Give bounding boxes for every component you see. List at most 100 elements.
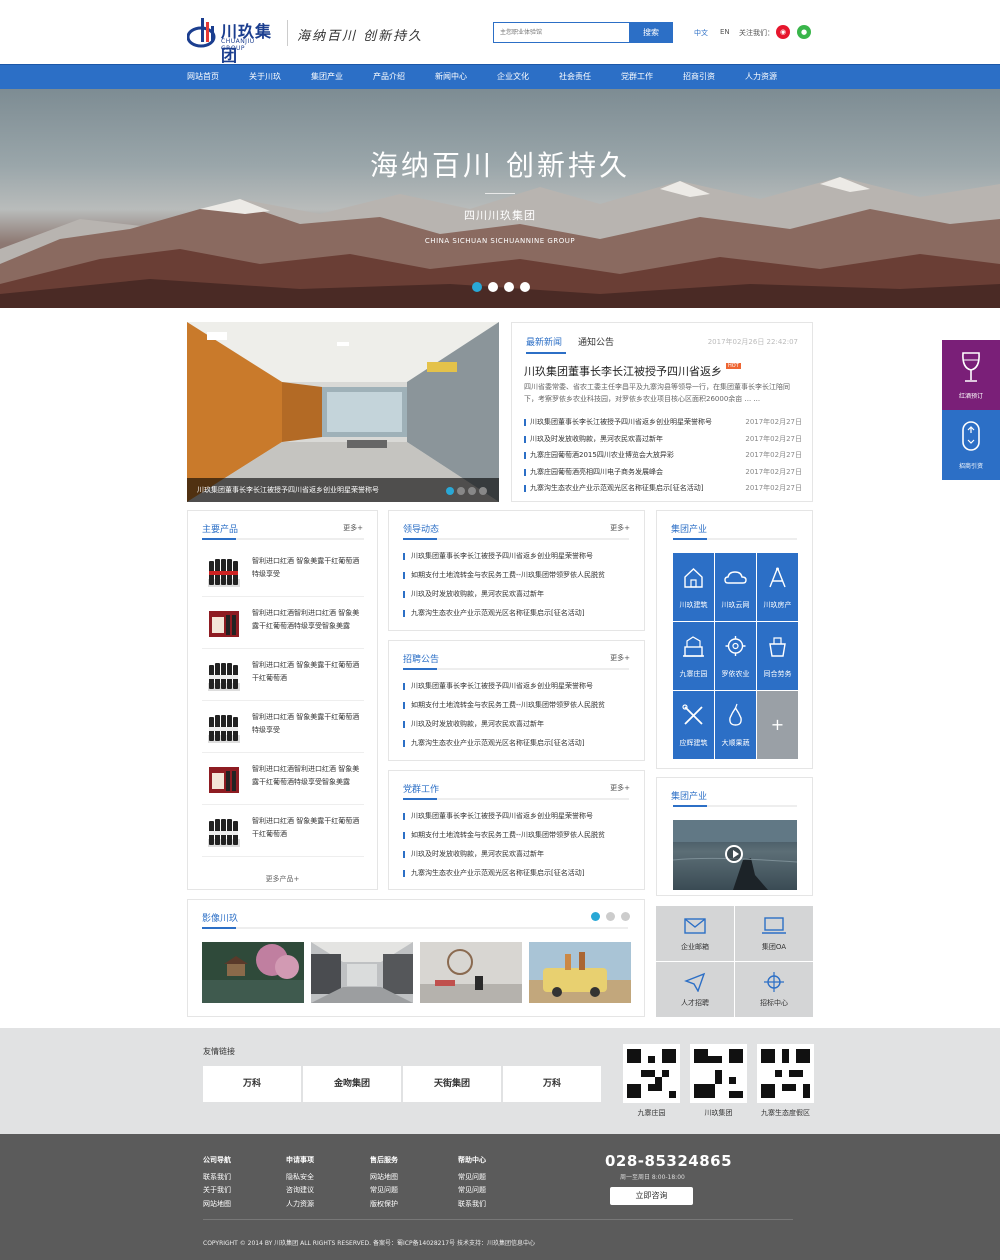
list-item[interactable]: 川玖集团董事长李长江被授予四川省返乡创业明星荣誉称号 2017年02月27日 — [524, 414, 802, 431]
play-icon[interactable] — [725, 845, 743, 863]
footer-link[interactable]: 人力资源 — [286, 1198, 314, 1212]
list-item[interactable]: 九寨庄园葡萄酒2015四川农业博览会大放异彩 2017年02月27日 — [524, 447, 802, 464]
wechat-icon[interactable]: ● — [797, 25, 811, 39]
product-item[interactable]: 智利进口红酒智利进口红酒 智象美露干红葡萄酒特级享受智象美露 — [202, 753, 364, 805]
products-more-link[interactable]: 更多+ — [343, 523, 363, 533]
list-item[interactable]: 九寨沟生态农业产业示范观光区名称征集启示[征名活动] 2017年02月27日 — [524, 480, 802, 497]
tab-notices[interactable]: 通知公告 — [578, 335, 614, 348]
list-item[interactable]: 川玖及时发放收购款，黑河农民欢喜过新年 — [403, 585, 629, 604]
nav-hr[interactable]: 人力资源 — [745, 65, 777, 89]
more-products-link[interactable]: 更多产品+ — [188, 874, 377, 884]
footer-link[interactable]: 常见问题 — [370, 1184, 398, 1198]
tile-company-mail[interactable]: 企业邮箱 — [656, 906, 734, 961]
partner-logo[interactable]: 万科 — [503, 1066, 601, 1102]
side-investment[interactable]: 招商引资 — [942, 410, 1000, 480]
product-item[interactable]: 智利进口红酒 智象美露干红葡萄酒 干红葡萄酒 — [202, 649, 364, 701]
gallery-image[interactable] — [529, 942, 631, 1003]
list-item[interactable]: 九寨庄园葡萄酒亮相四川电子商务发展峰会 2017年02月27日 — [524, 464, 802, 481]
partner-logo[interactable]: 万科 — [203, 1066, 301, 1102]
gallery-dot[interactable] — [591, 912, 600, 921]
lang-chinese[interactable]: 中文 — [694, 28, 708, 38]
weibo-icon[interactable]: ◉ — [776, 25, 790, 39]
industry-cell-cloud[interactable]: 川玖云网 — [715, 553, 756, 621]
carousel-dot[interactable] — [479, 487, 487, 495]
hero-dot[interactable] — [520, 282, 530, 292]
news-carousel[interactable]: 川玖集团董事长李长江被授予四川省返乡创业明星荣誉称号 — [187, 322, 499, 502]
gallery-image[interactable] — [311, 942, 413, 1003]
list-item[interactable]: 川玖及时发放收购款，黑河农民欢喜过新年 2017年02月27日 — [524, 431, 802, 448]
partner-logo[interactable]: 天街集团 — [403, 1066, 501, 1102]
hero-dot[interactable] — [504, 282, 514, 292]
list-item[interactable]: 如期支付土地流转金与农民务工费--川玖集团带领罗依人民脱贫 — [403, 826, 629, 845]
industry-cell-produce[interactable]: 大顺果蔬 — [715, 691, 756, 759]
carousel-dot[interactable] — [446, 487, 454, 495]
list-item[interactable]: 九寨沟生态农业产业示范观光区名称征集启示[征名活动] — [403, 864, 629, 883]
list-item[interactable]: 九寨沟生态农业产业示范观光区名称征集启示[征名活动] — [403, 604, 629, 623]
tab-latest-news[interactable]: 最新新闻 — [526, 335, 562, 348]
nav-investment[interactable]: 招商引资 — [683, 65, 715, 89]
nav-about[interactable]: 关于川玖 — [249, 65, 281, 89]
product-item[interactable]: 智利进口红酒 智象美露干红葡萄酒 干红葡萄酒 — [202, 805, 364, 857]
footer-link[interactable]: 咨询建议 — [286, 1184, 314, 1198]
list-item[interactable]: 如期支付土地流转金与农民务工费--川玖集团带领罗依人民脱贫 — [403, 566, 629, 585]
gallery-dot[interactable] — [606, 912, 615, 921]
product-item[interactable]: 智利进口红酒 智象美露干红葡萄酒特级享受 — [202, 701, 364, 753]
carousel-dot[interactable] — [468, 487, 476, 495]
nav-responsibility[interactable]: 社会责任 — [559, 65, 591, 89]
tile-recruitment[interactable]: 人才招聘 — [656, 962, 734, 1017]
recruit-more-link[interactable]: 更多+ — [610, 653, 630, 663]
industry-cell-realestate[interactable]: 川玖房产 — [757, 553, 798, 621]
footer-link[interactable]: 隐私安全 — [286, 1171, 314, 1185]
gallery-image[interactable] — [420, 942, 522, 1003]
consult-button[interactable]: 立即咨询 — [610, 1187, 693, 1205]
leader-more-link[interactable]: 更多+ — [610, 523, 630, 533]
industry-more-button[interactable]: + — [757, 691, 798, 759]
carousel-dot[interactable] — [457, 487, 465, 495]
product-item[interactable]: 智利进口红酒智利进口红酒 智象美露干红葡萄酒特级享受智象美露 — [202, 597, 364, 649]
wine-bottles-image — [208, 819, 240, 847]
industry-cell-estate[interactable]: 九寨庄园 — [673, 622, 714, 690]
list-item[interactable]: 川玖及时发放收购款，黑河农民欢喜过新年 — [403, 845, 629, 864]
nav-culture[interactable]: 企业文化 — [497, 65, 529, 89]
product-item[interactable]: 智利进口红酒 智象美露干红葡萄酒特级享受 — [202, 545, 364, 597]
footer-link[interactable]: 常见问题 — [458, 1171, 486, 1185]
footer-link[interactable]: 网站地图 — [370, 1171, 398, 1185]
nav-products[interactable]: 产品介绍 — [373, 65, 405, 89]
list-item[interactable]: 川玖集团董事长李长江被授予四川省返乡创业明星荣誉称号 — [403, 807, 629, 826]
nav-news[interactable]: 新闻中心 — [435, 65, 467, 89]
footer-link[interactable]: 网站地图 — [203, 1198, 231, 1212]
search-button[interactable]: 搜索 — [629, 22, 673, 43]
side-wine-booking[interactable]: 红酒预订 — [942, 340, 1000, 410]
industry-cell-building[interactable]: 应辉建筑 — [673, 691, 714, 759]
logo[interactable]: 川玖集团 CHUANJIU GROUP — [187, 15, 277, 65]
party-more-link[interactable]: 更多+ — [610, 783, 630, 793]
video-title: 集团产业 — [671, 792, 708, 802]
list-item[interactable]: 川玖及时发放收购款，黑河农民欢喜过新年 — [403, 715, 629, 734]
footer-link[interactable]: 版权保护 — [370, 1198, 398, 1212]
gallery-image[interactable] — [202, 942, 304, 1003]
list-item[interactable]: 九寨沟生态农业产业示范观光区名称征集启示[征名活动] — [403, 734, 629, 753]
industry-cell-agriculture[interactable]: 罗依农业 — [715, 622, 756, 690]
news-headline[interactable]: 川玖集团董事长李长江被授予四川省返乡 HOT — [524, 363, 741, 379]
hero-dot[interactable] — [488, 282, 498, 292]
list-item[interactable]: 如期支付土地流转金与农民务工费--川玖集团带领罗依人民脱贫 — [403, 696, 629, 715]
list-item[interactable]: 川玖集团董事长李长江被授予四川省返乡创业明星荣誉称号 — [403, 677, 629, 696]
partner-logo[interactable]: 金吻集团 — [303, 1066, 401, 1102]
nav-home[interactable]: 网站首页 — [187, 65, 219, 89]
footer-link[interactable]: 联系我们 — [458, 1198, 486, 1212]
tile-bidding-center[interactable]: 招标中心 — [735, 962, 813, 1017]
video-player[interactable] — [673, 820, 797, 890]
footer-link[interactable]: 关于我们 — [203, 1184, 231, 1198]
footer-link[interactable]: 常见问题 — [458, 1184, 486, 1198]
nav-party[interactable]: 党群工作 — [621, 65, 653, 89]
nav-industry[interactable]: 集团产业 — [311, 65, 343, 89]
search-input[interactable] — [493, 22, 629, 43]
footer-link[interactable]: 联系我们 — [203, 1171, 231, 1185]
list-item[interactable]: 川玖集团董事长李长江被授予四川省返乡创业明星荣誉称号 — [403, 547, 629, 566]
industry-cell-construction[interactable]: 川玖建筑 — [673, 553, 714, 621]
industry-cell-labor[interactable]: 同合劳务 — [757, 622, 798, 690]
tile-group-oa[interactable]: 集团OA — [735, 906, 813, 961]
gallery-dot[interactable] — [621, 912, 630, 921]
hero-dot[interactable] — [472, 282, 482, 292]
lang-english[interactable]: EN — [720, 28, 730, 36]
